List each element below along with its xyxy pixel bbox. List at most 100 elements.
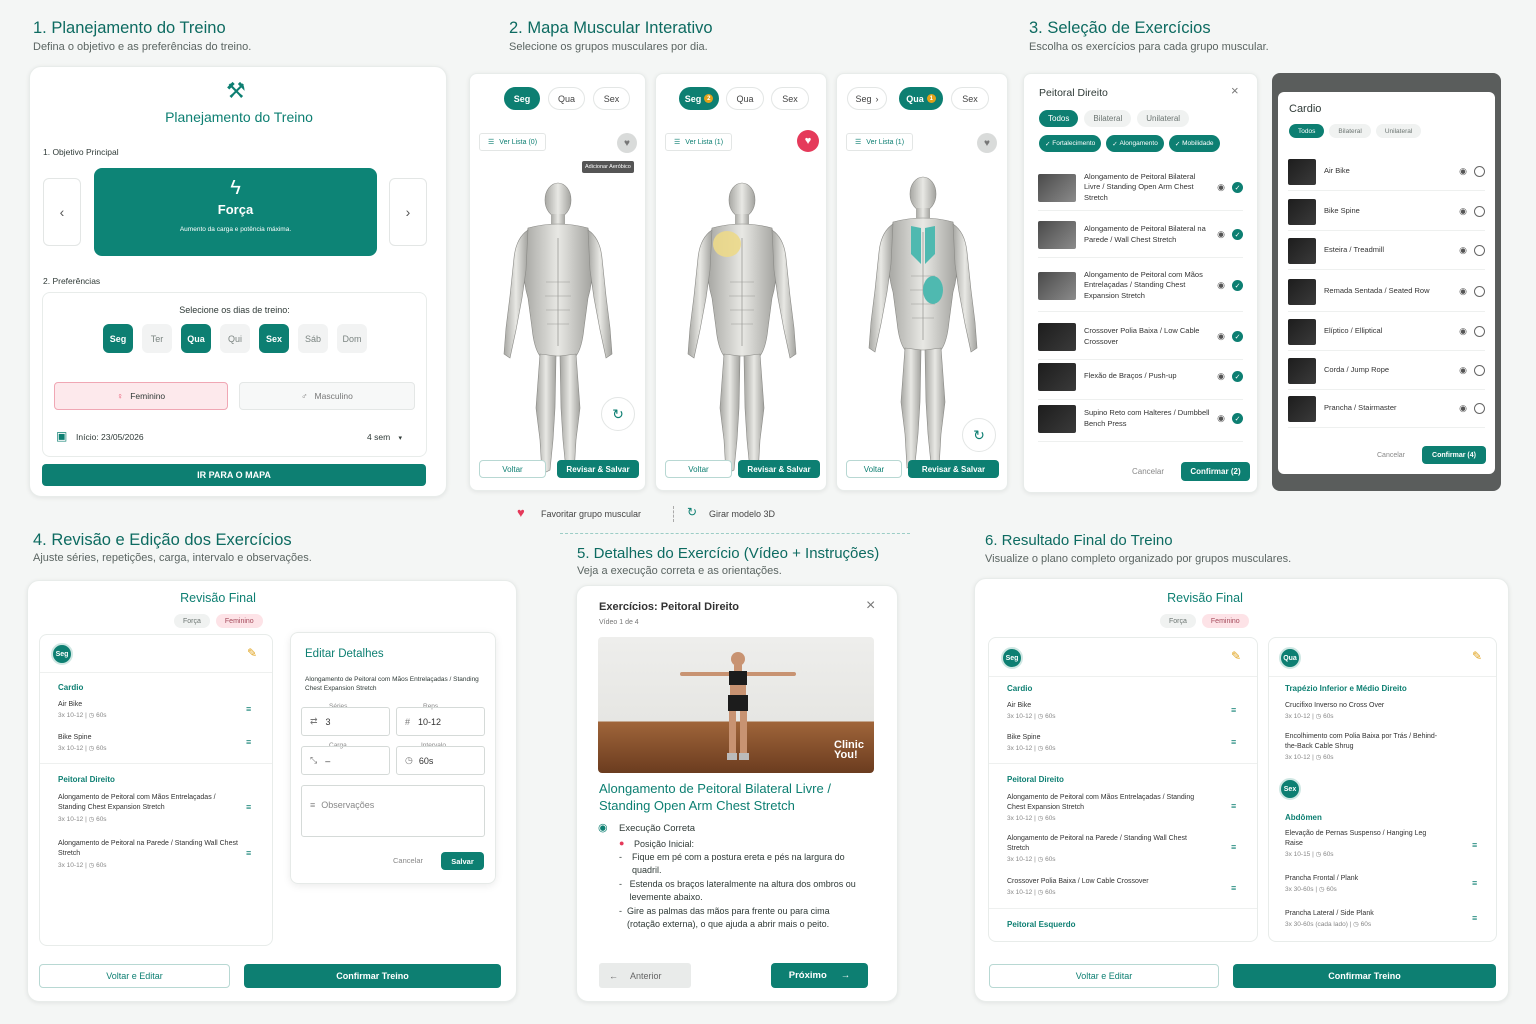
- back-edit-button[interactable]: Voltar e Editar: [989, 964, 1219, 988]
- confirm-training-button[interactable]: Confirmar Treino: [244, 964, 501, 988]
- female-button[interactable]: ♀ Feminino: [54, 382, 228, 410]
- goal-card-forca[interactable]: ϟ Força Aumento da carga e potência máxi…: [94, 168, 377, 256]
- rotate-icon[interactable]: ↻: [601, 397, 635, 431]
- close-icon[interactable]: ×: [1231, 83, 1239, 98]
- exercise-row[interactable]: Remada Sentada / Seated Row ◉: [1288, 272, 1485, 312]
- cancel-button[interactable]: Cancelar: [393, 856, 423, 865]
- cancel-button[interactable]: Cancelar: [1132, 467, 1164, 476]
- day-qui[interactable]: Qui: [220, 324, 250, 353]
- body-model-front[interactable]: [498, 178, 618, 478]
- exercise-row[interactable]: Air Bike ◉: [1288, 153, 1485, 191]
- review-save-button[interactable]: Revisar & Salvar: [908, 460, 999, 478]
- review-save-button[interactable]: Revisar & Salvar: [738, 460, 820, 478]
- confirm-button[interactable]: Confirmar (4): [1422, 446, 1486, 464]
- tag-alongamento[interactable]: ✓ Alongamento: [1106, 135, 1164, 152]
- tab-qua[interactable]: Qua 1: [899, 87, 943, 110]
- day-sab[interactable]: Sáb: [298, 324, 328, 353]
- rotate-icon[interactable]: ↻: [962, 418, 996, 452]
- filter-unilateral[interactable]: Unilateral: [1375, 124, 1422, 138]
- heart-icon[interactable]: ♥: [977, 133, 997, 153]
- exercise-row[interactable]: Elíptico / Elliptical ◉: [1288, 313, 1485, 351]
- filter-bilateral[interactable]: Bilateral: [1084, 110, 1132, 127]
- weeks-select[interactable]: 4 sem ▾: [367, 432, 402, 442]
- tag-fortalecimento[interactable]: ✓ Fortalecimento: [1039, 135, 1102, 152]
- pencil-icon[interactable]: ✎: [1231, 649, 1241, 663]
- edit-list-icon[interactable]: ≡: [1231, 842, 1236, 852]
- check-icon: ✓: [1232, 229, 1243, 240]
- edit-list-icon[interactable]: ≡: [246, 737, 251, 747]
- heart-icon[interactable]: ♥: [797, 130, 819, 152]
- day-seg[interactable]: Seg: [103, 324, 133, 353]
- edit-list-icon[interactable]: ≡: [246, 802, 251, 812]
- back-button[interactable]: Voltar: [479, 460, 546, 478]
- edit-list-icon[interactable]: ≡: [1231, 883, 1236, 893]
- check-icon: ✓: [1232, 331, 1243, 342]
- edit-list-icon[interactable]: ≡: [246, 704, 251, 714]
- view-list-button[interactable]: ☰ Ver Lista (1): [665, 133, 733, 151]
- edit-list-icon[interactable]: ≡: [1231, 801, 1236, 811]
- day-sex[interactable]: Sex: [259, 324, 289, 353]
- exercise-row[interactable]: Supino Reto com Halteres / Dumbbell Benc…: [1038, 396, 1243, 442]
- back-edit-button[interactable]: Voltar e Editar: [39, 964, 230, 988]
- male-button[interactable]: ♂ Masculino: [239, 382, 415, 410]
- tab-seg[interactable]: Seg ›: [847, 87, 887, 110]
- body-model-front-chest[interactable]: [682, 178, 802, 478]
- tag-mobilidade[interactable]: ✓ Mobilidade: [1168, 135, 1220, 152]
- filter-bilateral[interactable]: Bilateral: [1329, 124, 1371, 138]
- exercise-row[interactable]: Prancha / Stairmaster ◉: [1288, 390, 1485, 428]
- tab-sex[interactable]: Sex: [771, 87, 809, 110]
- edit-list-icon[interactable]: ≡: [246, 848, 251, 858]
- filter-todos[interactable]: Todos: [1289, 124, 1325, 138]
- previous-button[interactable]: ← Anterior: [599, 963, 691, 988]
- save-button[interactable]: Salvar: [441, 852, 484, 870]
- exercise-row[interactable]: Alongamento de Peitoral Bilateral Livre …: [1038, 165, 1243, 211]
- filter-unilateral[interactable]: Unilateral: [1137, 110, 1190, 127]
- notes-field[interactable]: ≡ Observações: [301, 785, 485, 837]
- interval-field[interactable]: ◷ 60s: [396, 746, 485, 775]
- edit-list-icon[interactable]: ≡: [1472, 840, 1477, 850]
- close-icon[interactable]: ×: [866, 597, 875, 615]
- exercise-row[interactable]: Alongamento de Peitoral Bilateral na Par…: [1038, 212, 1243, 258]
- load-field[interactable]: ⤡ –: [301, 746, 390, 775]
- tab-sex[interactable]: Sex: [593, 87, 630, 110]
- exercise-row[interactable]: Esteira / Treadmill ◉: [1288, 232, 1485, 270]
- prev-goal-button[interactable]: ‹: [43, 178, 81, 246]
- edit-list-icon[interactable]: ≡: [1231, 705, 1236, 715]
- cancel-button[interactable]: Cancelar: [1377, 452, 1405, 459]
- filter-todos[interactable]: Todos: [1039, 110, 1079, 127]
- pencil-icon[interactable]: ✎: [247, 646, 257, 660]
- tab-qua[interactable]: Qua: [726, 87, 764, 110]
- pencil-icon[interactable]: ✎: [1472, 649, 1482, 663]
- exercise-row[interactable]: Corda / Jump Rope ◉: [1288, 352, 1485, 390]
- review-save-button[interactable]: Revisar & Salvar: [557, 460, 639, 478]
- confirm-button[interactable]: Confirmar (2): [1181, 462, 1250, 481]
- edit-list-icon[interactable]: ≡: [1472, 913, 1477, 923]
- exercise-row[interactable]: Alongamento de Peitoral com Mãos Entrela…: [1038, 260, 1243, 312]
- start-date[interactable]: Início: 23/05/2026: [76, 432, 144, 442]
- confirm-training-button[interactable]: Confirmar Treino: [1233, 964, 1496, 988]
- tab-sex[interactable]: Sex: [951, 87, 989, 110]
- exercise-row[interactable]: Bike Spine ◉: [1288, 193, 1485, 231]
- day-qua[interactable]: Qua: [181, 324, 211, 353]
- item-name: Prancha Frontal / Plank: [1285, 875, 1359, 882]
- next-button[interactable]: Próximo →: [771, 963, 868, 988]
- back-button[interactable]: Voltar: [665, 460, 732, 478]
- view-list-button[interactable]: ☰ Ver Lista (1): [846, 133, 914, 151]
- day-ter[interactable]: Ter: [142, 324, 172, 353]
- reps-field[interactable]: #10-12: [396, 707, 485, 736]
- heart-icon[interactable]: ♥: [617, 133, 637, 153]
- section-3-subtitle: Escolha os exercícios para cada grupo mu…: [1029, 41, 1269, 53]
- tab-seg[interactable]: Seg: [504, 87, 540, 110]
- edit-list-icon[interactable]: ≡: [1231, 737, 1236, 747]
- view-list-button[interactable]: ☰ Ver Lista (0): [479, 133, 547, 151]
- edit-list-icon[interactable]: ≡: [1472, 878, 1477, 888]
- exercise-row[interactable]: Flexão de Braços / Push-up ◉ ✓: [1038, 354, 1243, 400]
- go-to-map-button[interactable]: IR PARA O MAPA: [42, 464, 426, 486]
- day-dom[interactable]: Dom: [337, 324, 367, 353]
- next-goal-button[interactable]: ›: [389, 178, 427, 246]
- exercise-video[interactable]: Clinic You!: [598, 637, 874, 773]
- back-button[interactable]: Voltar: [846, 460, 902, 478]
- tab-seg[interactable]: Seg 2: [679, 87, 719, 110]
- tab-qua[interactable]: Qua: [548, 87, 585, 110]
- series-field[interactable]: ⇄ 3: [301, 707, 390, 736]
